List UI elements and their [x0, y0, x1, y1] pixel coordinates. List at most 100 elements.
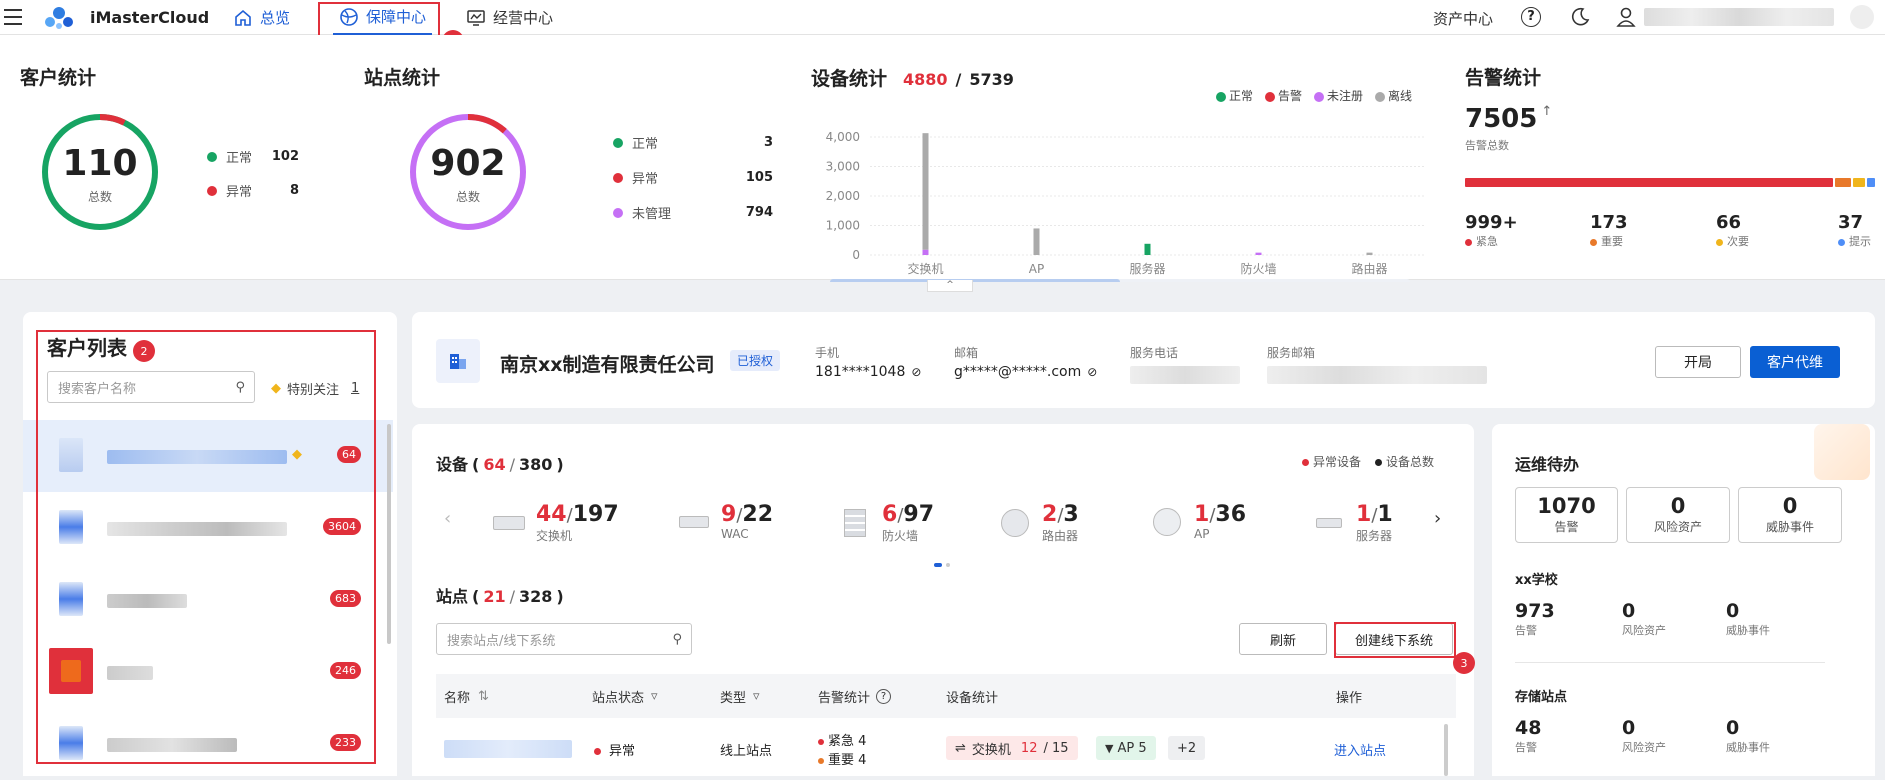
carousel-next-icon[interactable]: ›: [1434, 508, 1441, 529]
device-item-firewall[interactable]: 6/97 防火墙: [838, 502, 934, 544]
table-row[interactable]: 异常 线上站点 紧急 4 重要 4 ⇌ 交换机 12/ 15 ▼ AP 5 +2 进…: [436, 720, 1456, 776]
customer-alert-count: 64: [337, 446, 361, 463]
enter-site-link[interactable]: 进入站点: [1334, 740, 1386, 759]
device-item-server[interactable]: 1/1 服务器: [1312, 502, 1393, 544]
menu-icon[interactable]: [4, 9, 22, 25]
legend-alarm: 告警: [1265, 87, 1302, 104]
sites-title: 站点: [436, 587, 469, 606]
site-device-more-tag[interactable]: +2: [1168, 736, 1206, 760]
device-label: 服务器: [1356, 529, 1393, 543]
device-item-router[interactable]: 2/3 路由器: [998, 502, 1079, 544]
ops-summary-threats[interactable]: 0 威胁事件: [1738, 487, 1842, 543]
alarm-bar-segment: [1834, 178, 1851, 187]
customer-proxy-button[interactable]: 客户代维: [1750, 346, 1840, 378]
tab-business-label: 经营中心: [493, 9, 554, 27]
bar-离线[interactable]: [1033, 228, 1040, 255]
ops-todo-panel: 运维待办 1070 告警 0 风险资产 0 威胁事件 xx学校 973 告警 0 风险资产…: [1492, 424, 1875, 776]
alarm-level-value: 173: [1590, 212, 1628, 233]
moon-icon[interactable]: [1570, 7, 1590, 27]
list-item[interactable]: ◆ 64: [23, 420, 393, 492]
avatar[interactable]: [1850, 5, 1874, 29]
legend-value: 3: [763, 135, 773, 150]
site-device-switch-tag[interactable]: ⇌ 交换机 12/ 15: [946, 736, 1078, 760]
user-icon[interactable]: [1616, 6, 1636, 28]
tab-assurance-center[interactable]: 保障中心: [333, 0, 433, 35]
bar-离线[interactable]: [922, 133, 929, 250]
list-item[interactable]: 246: [23, 636, 393, 708]
ops-group-item[interactable]: 0 风险资产: [1622, 600, 1666, 638]
device-item-wac[interactable]: 9/22 WAC: [677, 502, 773, 541]
tab-overview[interactable]: 总览: [233, 0, 290, 35]
filter-icon[interactable]: ▿: [753, 689, 760, 704]
carousel-indicator[interactable]: [934, 563, 950, 567]
sites-abnormal: 21: [483, 587, 506, 606]
list-item[interactable]: 683: [23, 564, 393, 636]
bar-正常[interactable]: [1144, 243, 1151, 255]
monitor-icon: [467, 9, 485, 26]
search-icon: ⚲: [672, 631, 682, 647]
list-item[interactable]: 233: [23, 708, 393, 780]
special-attention-filter[interactable]: ◆ 特别关注 1: [271, 379, 359, 398]
refresh-button[interactable]: 刷新: [1239, 623, 1327, 655]
create-offline-system-button[interactable]: 创建线下系统: [1335, 623, 1453, 655]
help-icon[interactable]: ?: [1521, 7, 1541, 27]
site-search-input[interactable]: 搜索站点/线下系统 ⚲: [436, 623, 692, 655]
ops-group-item[interactable]: 973 告警: [1515, 600, 1555, 638]
col-name[interactable]: 名称 ⇅: [444, 674, 489, 718]
sites-table-scrollbar[interactable]: [1444, 724, 1448, 776]
customer-list-scrollbar[interactable]: [387, 424, 391, 644]
asset-center-link[interactable]: 资产中心: [1433, 8, 1493, 29]
customer-total: 110: [62, 143, 138, 184]
site-alarm-urgent: 紧急 4: [818, 730, 866, 749]
y-tick-label: 0: [852, 248, 860, 262]
legend-value: 8: [289, 183, 299, 198]
site-status: 异常: [594, 740, 635, 759]
sort-icon[interactable]: ⇅: [478, 689, 489, 704]
ops-group-item[interactable]: 0 威胁事件: [1726, 717, 1770, 755]
devices-legend: 异常设备 设备总数: [1302, 453, 1434, 470]
collapse-stats-toggle[interactable]: ^: [927, 280, 973, 292]
legend-label: 正常: [632, 137, 659, 152]
authorized-badge: 已授权: [730, 350, 781, 371]
alarm-level-hint: 37 提示: [1838, 212, 1871, 249]
legend-value: 102: [271, 149, 299, 164]
alarm-level-major: 173 重要: [1590, 212, 1628, 249]
devices-sites-card: 设备( 64 / 380) 异常设备 设备总数 ‹ › 44/197 交换机 9…: [412, 424, 1474, 776]
devices-abnormal: 64: [483, 455, 506, 474]
filter-icon[interactable]: ▿: [651, 689, 658, 704]
chart-zoom-handle[interactable]: [830, 279, 1120, 282]
ops-group-item[interactable]: 48 告警: [1515, 717, 1541, 755]
device-abnormal: 1: [1356, 502, 1372, 527]
open-button[interactable]: 开局: [1655, 346, 1741, 378]
wac-icon: [677, 508, 711, 536]
site-device-ap-tag[interactable]: ▼ AP 5: [1096, 736, 1156, 760]
site-name-blurred[interactable]: [444, 740, 572, 758]
ops-summary-alarms[interactable]: 1070 告警: [1515, 487, 1618, 543]
eye-off-icon[interactable]: ⊘: [911, 365, 921, 379]
alarm-level-urgent: 999+ 紧急: [1465, 212, 1518, 249]
col-type[interactable]: 类型 ▿: [720, 674, 760, 718]
search-icon: ⚲: [235, 379, 245, 395]
globe-icon: [340, 7, 358, 26]
bar-未注册[interactable]: [922, 249, 929, 255]
customer-search-input[interactable]: 搜索客户名称 ⚲: [47, 371, 255, 403]
help-icon[interactable]: ?: [876, 688, 892, 704]
home-icon: [235, 9, 251, 26]
carousel-prev-icon[interactable]: ‹: [444, 508, 451, 529]
eye-off-icon[interactable]: ⊘: [1087, 365, 1097, 379]
device-item-switch[interactable]: 44/197 交换机: [492, 502, 619, 544]
ops-group-item[interactable]: 0 威胁事件: [1726, 600, 1770, 638]
device-total: 3: [1063, 502, 1079, 527]
tab-business-center[interactable]: 经营中心: [466, 0, 553, 35]
ops-summary-risk-assets[interactable]: 0 风险资产: [1626, 487, 1730, 543]
app-name: iMasterCloud: [90, 8, 210, 27]
list-item[interactable]: 3604: [23, 492, 393, 564]
ops-group-item[interactable]: 0 风险资产: [1622, 717, 1666, 755]
bar-未注册[interactable]: [1255, 252, 1262, 255]
col-site-status[interactable]: 站点状态 ▿: [592, 674, 658, 718]
ops-todo-title: 运维待办: [1515, 455, 1580, 474]
bar-离线[interactable]: [1366, 252, 1373, 255]
device-item-ap[interactable]: 1/36 AP: [1150, 502, 1246, 541]
site-total-label: 总数: [455, 190, 480, 204]
ops-group-name: xx学校: [1515, 573, 1558, 588]
